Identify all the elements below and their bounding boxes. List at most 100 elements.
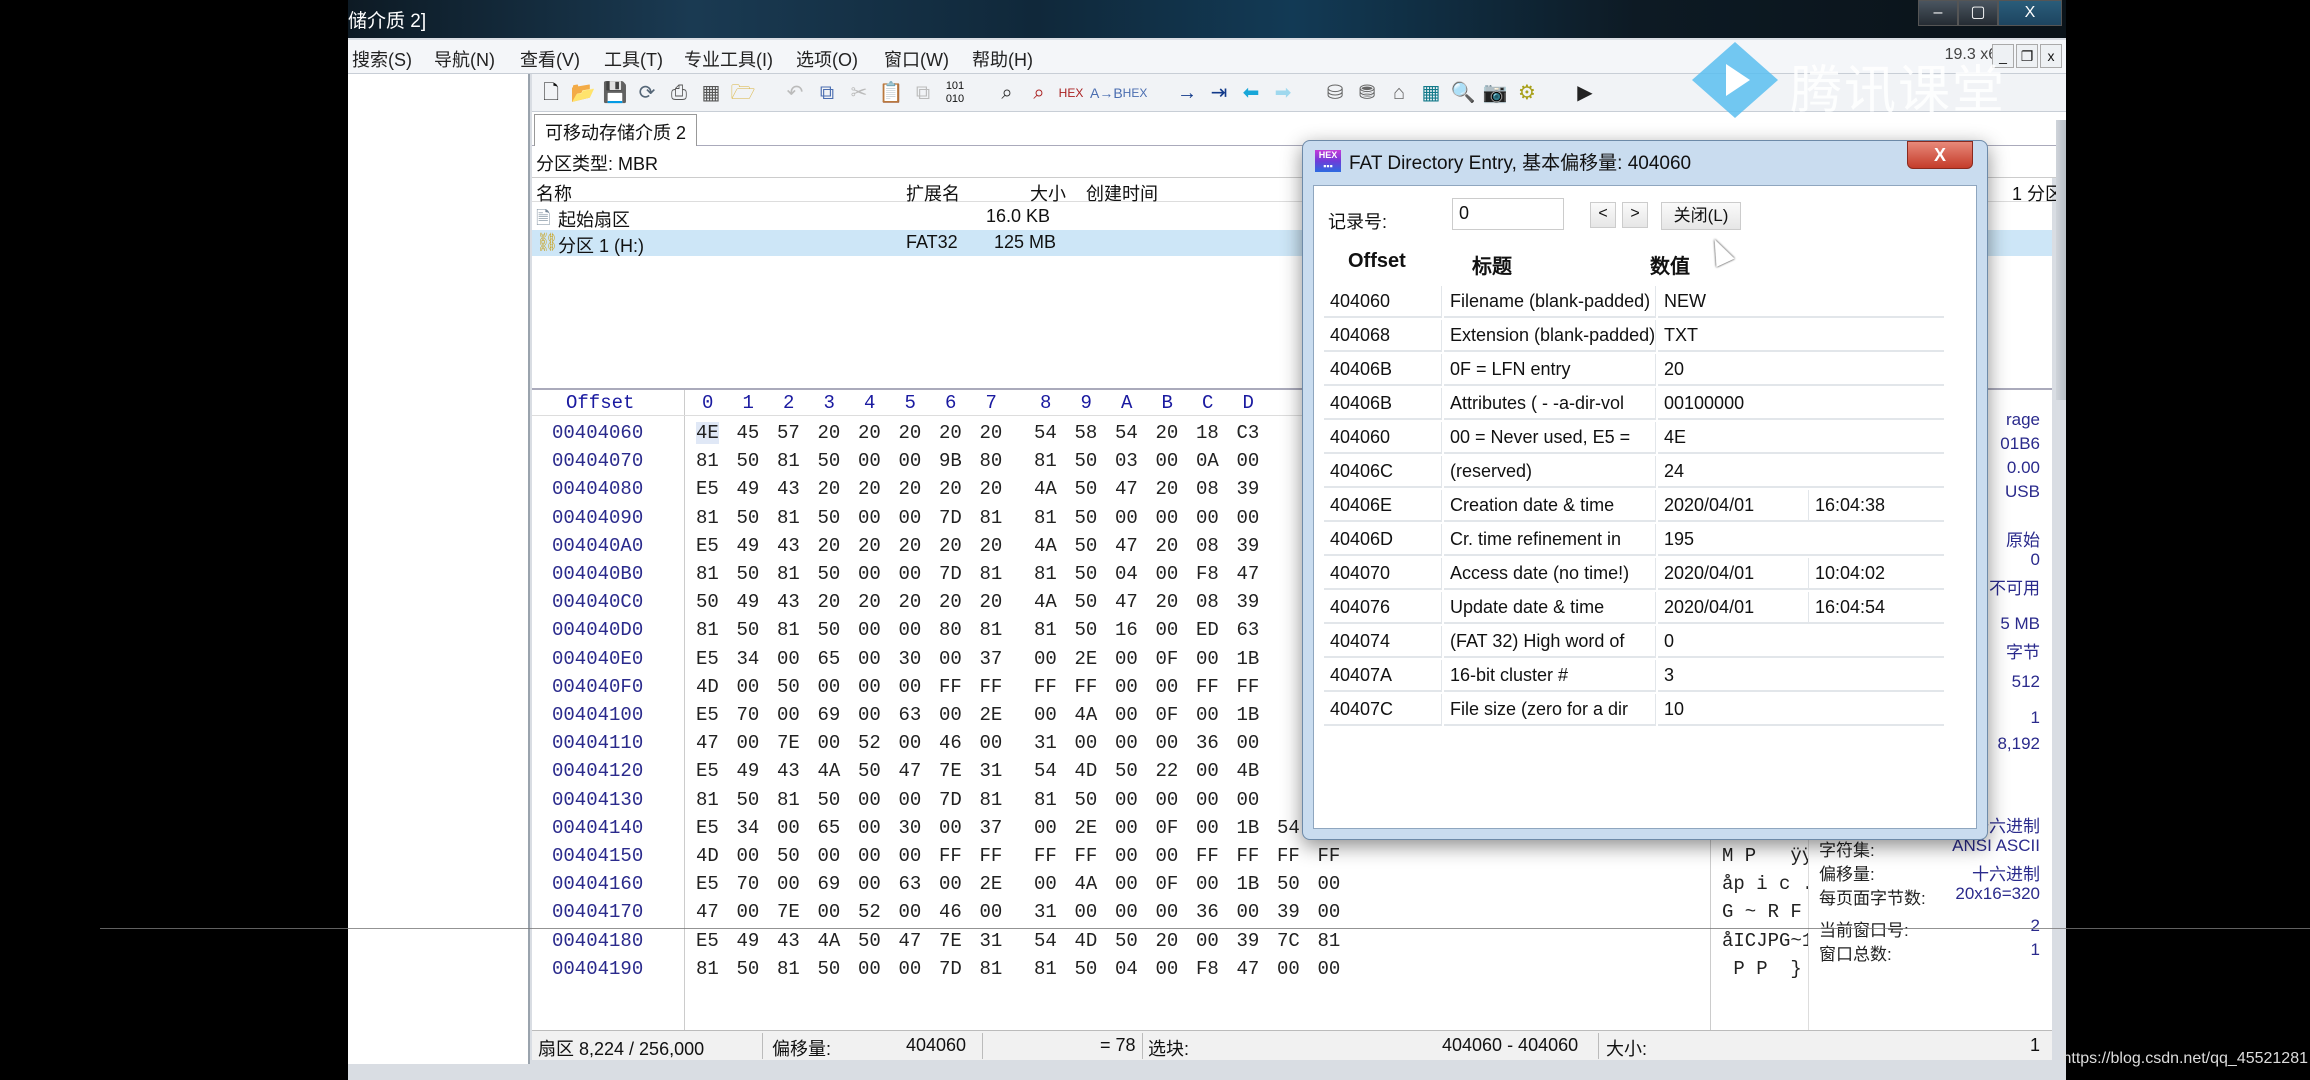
hex-byte[interactable]: 65 — [818, 817, 841, 839]
calculator-icon[interactable]: ▦ — [1418, 80, 1444, 106]
hex-byte[interactable]: 70 — [737, 873, 760, 895]
hex-byte[interactable]: 31 — [1034, 901, 1057, 923]
hex-byte[interactable]: 20 — [1156, 535, 1179, 557]
hex-byte[interactable]: 00 — [939, 817, 962, 839]
hex-byte[interactable]: 7C — [1277, 930, 1300, 952]
hex-byte[interactable]: 50 — [1075, 507, 1098, 529]
refresh-icon[interactable]: ⟳ — [634, 80, 660, 106]
hex-byte[interactable]: 81 — [980, 958, 1003, 980]
hex-byte[interactable]: 81 — [696, 450, 719, 472]
hex-byte[interactable]: 7E — [939, 930, 962, 952]
hex-byte[interactable]: 2E — [980, 873, 1003, 895]
hex-byte[interactable]: 70 — [737, 704, 760, 726]
vertical-scrollbar[interactable] — [2056, 120, 2066, 400]
hex-byte[interactable]: 4D — [696, 676, 719, 698]
hex-byte[interactable]: 50 — [737, 789, 760, 811]
menu-options[interactable]: 选项(O) — [796, 46, 858, 72]
hex-byte[interactable]: 20 — [899, 591, 922, 613]
find-text-icon[interactable]: ⌕ — [994, 80, 1020, 106]
hex-byte[interactable]: C3 — [1237, 422, 1260, 444]
hex-byte[interactable]: 39 — [1237, 478, 1260, 500]
hex-byte[interactable]: 18 — [1196, 422, 1219, 444]
hex-byte[interactable]: 57 — [777, 422, 800, 444]
hex-byte[interactable]: 00 — [899, 507, 922, 529]
hex-byte[interactable]: 00 — [899, 450, 922, 472]
hex-byte[interactable]: 00 — [1034, 648, 1057, 670]
hex-byte[interactable]: 20 — [858, 535, 881, 557]
close-window-button[interactable]: X — [1998, 0, 2062, 26]
hex-byte[interactable]: F8 — [1196, 563, 1219, 585]
hex-byte[interactable]: 80 — [939, 619, 962, 641]
hex-byte[interactable]: 00 — [858, 845, 881, 867]
menu-window[interactable]: 窗口(W) — [884, 46, 949, 72]
hex-byte[interactable]: FF — [1237, 845, 1260, 867]
hex-byte[interactable]: 50 — [1075, 535, 1098, 557]
hex-byte[interactable]: 08 — [1196, 535, 1219, 557]
hex-byte[interactable]: 00 — [1156, 845, 1179, 867]
binary-convert-icon[interactable]: 101 010 — [942, 80, 968, 106]
hex-byte[interactable]: 4A — [1075, 704, 1098, 726]
hex-byte[interactable]: 00 — [858, 704, 881, 726]
hex-byte[interactable]: 00 — [1156, 732, 1179, 754]
hex-byte[interactable]: 39 — [1237, 535, 1260, 557]
menu-tools[interactable]: 工具(T) — [604, 46, 663, 72]
hex-byte[interactable]: 50 — [858, 760, 881, 782]
mdi-restore-button[interactable]: ❐ — [2016, 44, 2038, 68]
hex-byte[interactable]: 50 — [1075, 450, 1098, 472]
hex-byte[interactable]: E5 — [696, 478, 719, 500]
entry-row[interactable]: 40407A 16-bit cluster #3 — [1324, 660, 1944, 692]
hex-byte[interactable]: 31 — [980, 930, 1003, 952]
hex-byte[interactable]: 00 — [1156, 450, 1179, 472]
forward-arrow-icon[interactable]: ➡ — [1270, 80, 1296, 106]
hex-byte[interactable]: 00 — [899, 732, 922, 754]
hex-byte[interactable]: 20 — [818, 591, 841, 613]
hex-byte[interactable]: 00 — [1115, 845, 1138, 867]
find-hex-icon[interactable]: ⌕ — [1026, 80, 1052, 106]
entry-row[interactable]: 404060 Filename (blank-padded) NEW — [1324, 286, 1944, 318]
hex-byte[interactable]: 00 — [980, 732, 1003, 754]
camera-icon[interactable]: 📷 — [1482, 80, 1508, 106]
hex-byte[interactable]: 49 — [737, 760, 760, 782]
entry-row[interactable]: 404070 Access date (no time!) 2020/04/01 10… — [1324, 558, 1944, 590]
hex-byte[interactable]: 00 — [858, 789, 881, 811]
hex-byte[interactable]: 58 — [1075, 422, 1098, 444]
hex-byte[interactable]: 20 — [939, 535, 962, 557]
cut-icon[interactable]: ✂ — [846, 80, 872, 106]
hex-byte[interactable]: FF — [1196, 676, 1219, 698]
hex-byte[interactable]: 00 — [899, 619, 922, 641]
record-number-input[interactable]: 0 — [1452, 198, 1564, 230]
col-created[interactable]: 创建时间 — [1086, 180, 1158, 206]
hex-byte[interactable]: FF — [1075, 676, 1098, 698]
hex-byte[interactable]: 00 — [1115, 648, 1138, 670]
hex-byte[interactable]: 45 — [737, 422, 760, 444]
hex-byte[interactable]: 20 — [980, 422, 1003, 444]
find-hex2-icon[interactable]: HEX — [1058, 80, 1084, 106]
goto-offset-icon[interactable]: ⇥ — [1206, 80, 1232, 106]
hex-byte[interactable]: FF — [980, 845, 1003, 867]
hex-byte[interactable]: 00 — [1156, 958, 1179, 980]
hex-byte[interactable]: 81 — [1034, 789, 1057, 811]
hex-byte[interactable]: 81 — [777, 958, 800, 980]
hex-byte[interactable]: 49 — [737, 591, 760, 613]
hex-byte[interactable]: 81 — [1034, 563, 1057, 585]
hex-byte[interactable]: 00 — [899, 901, 922, 923]
hex-byte[interactable]: 81 — [696, 619, 719, 641]
hex-byte[interactable]: 0A — [1196, 450, 1219, 472]
hex-byte[interactable]: 50 — [818, 450, 841, 472]
hex-byte[interactable]: 81 — [1034, 958, 1057, 980]
hex-byte[interactable]: 9B — [939, 450, 962, 472]
hex-byte[interactable]: 00 — [858, 619, 881, 641]
col-size[interactable]: 大小 — [1030, 180, 1066, 206]
hex-byte[interactable]: 0F — [1156, 817, 1179, 839]
hex-byte[interactable]: 08 — [1196, 478, 1219, 500]
entry-row[interactable]: 404068 Extension (blank-padded) TXT — [1324, 320, 1944, 352]
hex-byte[interactable]: 00 — [1237, 901, 1260, 923]
hex-byte[interactable]: E5 — [696, 930, 719, 952]
hex-byte[interactable]: 20 — [939, 478, 962, 500]
hex-byte[interactable]: 81 — [777, 789, 800, 811]
hex-byte[interactable]: 50 — [696, 591, 719, 613]
hex-byte[interactable]: 00 — [899, 676, 922, 698]
hex-byte[interactable]: 00 — [737, 901, 760, 923]
mdi-close-button[interactable]: x — [2040, 44, 2062, 68]
hex-byte[interactable]: FF — [980, 676, 1003, 698]
